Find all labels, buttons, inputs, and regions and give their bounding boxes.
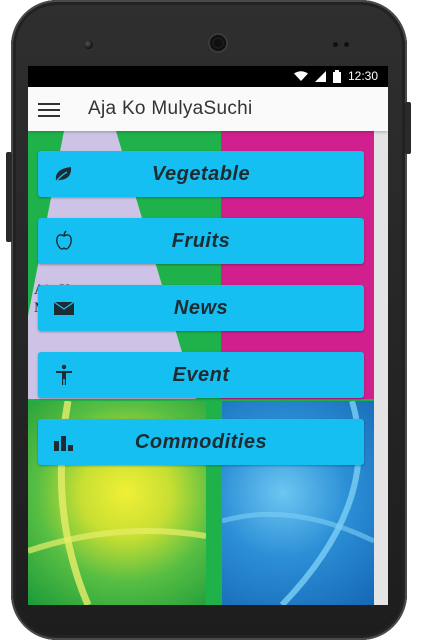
- scrollbar[interactable]: [374, 131, 388, 605]
- news-button[interactable]: News: [38, 285, 364, 331]
- power-button: [405, 102, 411, 154]
- commodities-button[interactable]: Commodities: [38, 419, 364, 465]
- light-sensor: [344, 42, 349, 47]
- fruits-label: Fruits: [171, 229, 231, 252]
- event-label: Event: [172, 363, 230, 386]
- app-bar: Aja Ko MulyaSuchi: [28, 87, 388, 131]
- fruits-button[interactable]: Fruits: [38, 218, 364, 264]
- wifi-icon: [293, 70, 308, 81]
- earpiece-speaker: [208, 33, 228, 53]
- category-collage: Aja K M Vegetable: [28, 131, 374, 605]
- front-camera: [84, 40, 93, 49]
- menu-icon[interactable]: [38, 99, 60, 119]
- event-button[interactable]: Event: [38, 352, 364, 398]
- status-bar: 12:30: [28, 66, 388, 87]
- app-title: Aja Ko MulyaSuchi: [88, 98, 253, 119]
- news-label: News: [173, 296, 229, 319]
- person-icon: [56, 364, 72, 385]
- leaf-icon: [54, 167, 72, 184]
- commodities-label: Commodities: [134, 430, 268, 453]
- screen: 12:30 Aja Ko MulyaSuchi Aja K M: [28, 66, 388, 605]
- proximity-sensor: [333, 42, 338, 47]
- bar-chart-icon: [54, 436, 73, 451]
- volume-button: [6, 152, 12, 242]
- vegetable-label: Vegetable: [151, 162, 251, 185]
- status-time: 12:30: [347, 69, 378, 83]
- vegetable-button[interactable]: Vegetable: [38, 151, 364, 197]
- mail-icon: [53, 301, 75, 315]
- cell-signal-icon: [314, 70, 326, 82]
- battery-icon: [332, 69, 341, 83]
- apple-icon: [56, 230, 72, 250]
